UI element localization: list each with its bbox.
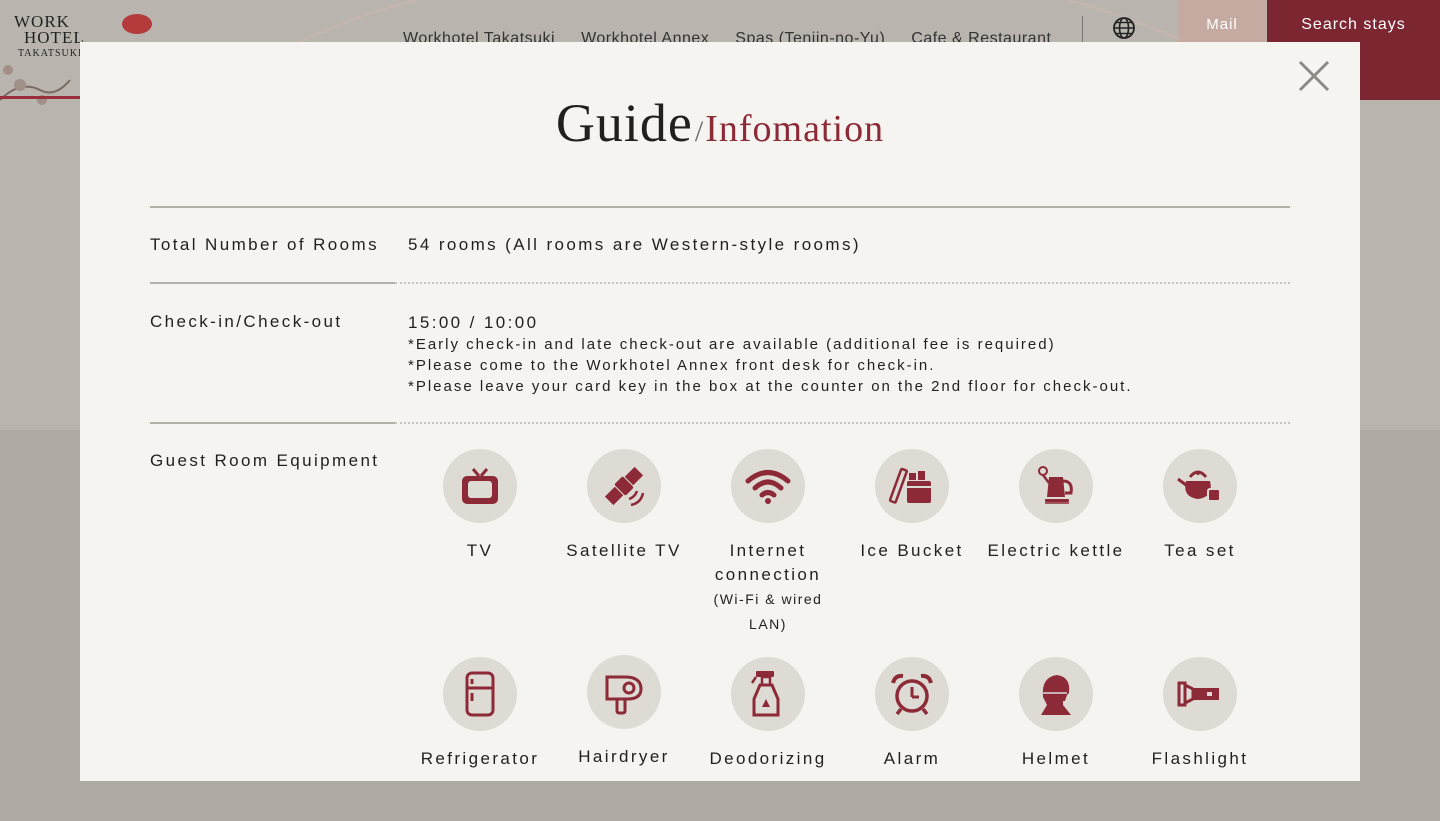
equipment-name: Refrigerator: [420, 749, 540, 768]
helmet-icon: [1019, 657, 1093, 731]
checkin-label: Check-in/Check-out: [150, 312, 343, 331]
checkin-times: 15:00 / 10:00: [408, 313, 539, 332]
rooms-label: Total Number of Rooms: [150, 235, 379, 254]
rooms-value: 54 rooms (All rooms are Western-style ro…: [408, 235, 861, 254]
equipment-name: Ice Bucket: [860, 541, 964, 560]
equipment-item-tv: TV: [408, 449, 552, 563]
refrigerator-icon: [443, 657, 517, 731]
checkin-note-1: *Early check-in and late check-out are a…: [408, 336, 1056, 353]
equipment-name: Satellite TV: [566, 541, 682, 560]
ice-bucket-icon: [875, 449, 949, 523]
title-sub: Infomation: [705, 108, 885, 150]
equipment-name: Electric kettle: [987, 541, 1125, 560]
equipment-name: Internet connection: [714, 541, 822, 584]
equipment-item-deodorizing: Deodorizing: [696, 657, 840, 771]
equipment-item-hairdryer: Hairdryer: [552, 655, 696, 769]
wifi-icon: [731, 449, 805, 523]
equipment-name: Flashlight: [1151, 749, 1249, 768]
header-underline: [0, 96, 90, 99]
equipment-name: Hairdryer: [578, 747, 670, 766]
equipment-sub: (Wi-Fi & wired LAN): [713, 591, 823, 632]
satellite-icon: [587, 449, 661, 523]
modal-title: Guide/Infomation: [80, 92, 1360, 154]
equipment-item-satellite-tv: Satellite TV: [552, 449, 696, 563]
top-divider: [150, 206, 1290, 208]
dotted-divider: [395, 422, 1290, 424]
checkin-note-3: *Please leave your card key in the box a…: [408, 378, 1133, 395]
equipment-item-helmet: Helmet: [984, 657, 1128, 771]
equipment-name: TV: [466, 541, 494, 560]
title-slash: /: [694, 115, 704, 148]
equipment-name: Helmet: [1021, 749, 1091, 768]
guide-modal: Guide/Infomation Total Number of Rooms 5…: [80, 42, 1360, 781]
divider: [150, 422, 395, 424]
equipment-item-flashlight: Flashlight: [1128, 657, 1272, 771]
checkin-note-2: *Please come to the Workhotel Annex fron…: [408, 357, 936, 374]
equipment-item-electric-kettle: Electric kettle: [984, 449, 1128, 563]
dotted-divider: [395, 282, 1290, 284]
equipment-item-ice-bucket: Ice Bucket: [840, 449, 984, 563]
mail-button-label: Mail: [1206, 16, 1238, 33]
equipment-item-internet: Internet connection (Wi-Fi & wired LAN): [696, 449, 840, 637]
flashlight-icon: [1163, 657, 1237, 731]
kettle-icon: [1019, 449, 1093, 523]
hairdryer-icon: [587, 655, 661, 729]
search-stays-label: Search stays: [1301, 16, 1406, 33]
teapot-icon: [1163, 449, 1237, 523]
tv-icon: [443, 449, 517, 523]
globe-icon[interactable]: [1112, 16, 1136, 40]
spray-bottle-icon: [731, 657, 805, 731]
equipment-item-alarm: Alarm: [840, 657, 984, 771]
equipment-name: Alarm: [883, 749, 941, 768]
equipment-item-refrigerator: Refrigerator: [408, 657, 552, 771]
equipment-name: Tea set: [1164, 541, 1236, 560]
equipment-label: Guest Room Equipment: [150, 451, 380, 470]
divider: [150, 282, 395, 284]
close-icon[interactable]: [1296, 58, 1332, 94]
checkin-value-block: 15:00 / 10:00 *Early check-in and late c…: [408, 312, 1133, 397]
plum-flower-logo-icon: [122, 14, 152, 34]
equipment-name: Deodorizing: [709, 749, 827, 768]
alarm-clock-icon: [875, 657, 949, 731]
equipment-item-tea-set: Tea set: [1128, 449, 1272, 563]
title-main: Guide: [555, 93, 693, 153]
